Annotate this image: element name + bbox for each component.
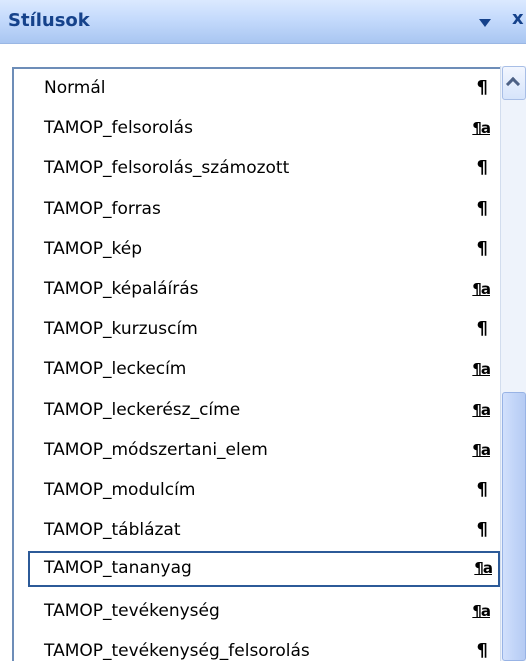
scroll-up-button[interactable] <box>502 66 526 100</box>
paragraph-mark-icon: ¶ <box>476 157 488 178</box>
linked-style-icon: ¶a <box>472 401 491 419</box>
style-list-item[interactable]: TAMOP_tevékenység_felsorolás ¶ <box>28 634 498 661</box>
close-icon[interactable]: x <box>512 8 524 29</box>
style-list-item[interactable]: TAMOP_kép ¶ <box>28 232 498 268</box>
linked-style-icon: ¶a <box>472 360 491 378</box>
linked-style-icon: ¶a <box>472 602 491 620</box>
paragraph-mark-icon: ¶ <box>476 318 488 339</box>
vertical-scrollbar[interactable] <box>500 66 526 661</box>
style-list-item[interactable]: TAMOP_táblázat ¶ <box>28 513 498 549</box>
paragraph-mark-icon: ¶ <box>476 640 488 661</box>
linked-style-icon: ¶a <box>472 119 491 137</box>
style-name: TAMOP_képaláírás <box>44 279 199 299</box>
paragraph-mark-icon: ¶ <box>476 479 488 500</box>
style-name: TAMOP_táblázat <box>44 520 181 540</box>
paragraph-mark-icon: ¶ <box>476 238 488 259</box>
linked-style-icon: ¶a <box>474 559 493 577</box>
style-list-item[interactable]: TAMOP_kurzuscím ¶ <box>28 312 498 348</box>
style-list-item[interactable]: TAMOP_tananyag ¶a <box>28 551 500 587</box>
style-list-item[interactable]: TAMOP_módszertani_elem ¶a <box>28 433 498 469</box>
style-list-item[interactable]: TAMOP_leckecím ¶a <box>28 352 498 388</box>
style-name: TAMOP_tananyag <box>44 558 192 578</box>
scrollbar-thumb[interactable] <box>502 392 526 661</box>
paragraph-mark-icon: ¶ <box>476 519 488 540</box>
style-list-item[interactable]: Normál ¶ <box>28 71 498 107</box>
style-list-item[interactable]: TAMOP_képaláírás ¶a <box>28 272 498 308</box>
paragraph-mark-icon: ¶ <box>476 77 488 98</box>
style-name: TAMOP_forras <box>44 199 161 219</box>
style-name: TAMOP_kurzuscím <box>44 319 198 339</box>
style-name: TAMOP_tevékenység_felsorolás <box>44 641 310 661</box>
style-name: TAMOP_felsorolás <box>44 118 193 138</box>
pane-titlebar: Stílusok x <box>0 0 526 44</box>
style-list-item[interactable]: TAMOP_tevékenység ¶a <box>28 594 498 630</box>
style-name: TAMOP_leckecím <box>44 359 187 379</box>
style-name: TAMOP_kép <box>44 239 142 259</box>
chevron-up-icon <box>505 76 521 92</box>
style-name: TAMOP_modulcím <box>44 480 196 500</box>
style-list-item[interactable]: TAMOP_felsorolás_számozott ¶ <box>28 151 498 187</box>
style-name: TAMOP_leckerész_címe <box>44 400 241 420</box>
dropdown-arrow-icon[interactable] <box>479 19 491 27</box>
style-name: Normál <box>44 78 106 98</box>
linked-style-icon: ¶a <box>472 280 491 298</box>
style-name: TAMOP_tevékenység <box>44 601 220 621</box>
style-list-item[interactable]: TAMOP_felsorolás ¶a <box>28 111 498 147</box>
pane-title: Stílusok <box>8 10 90 31</box>
style-list-item[interactable]: TAMOP_leckerész_címe ¶a <box>28 393 498 429</box>
style-list-item[interactable]: TAMOP_forras ¶ <box>28 192 498 228</box>
styles-pane: Stílusok x Normál ¶ TAMOP_felsorolás ¶a TAMO… <box>0 0 526 661</box>
style-list-item[interactable]: TAMOP_modulcím ¶ <box>28 473 498 509</box>
style-name: TAMOP_felsorolás_számozott <box>44 158 290 178</box>
style-name: TAMOP_módszertani_elem <box>44 440 268 460</box>
linked-style-icon: ¶a <box>472 441 491 459</box>
paragraph-mark-icon: ¶ <box>476 198 488 219</box>
